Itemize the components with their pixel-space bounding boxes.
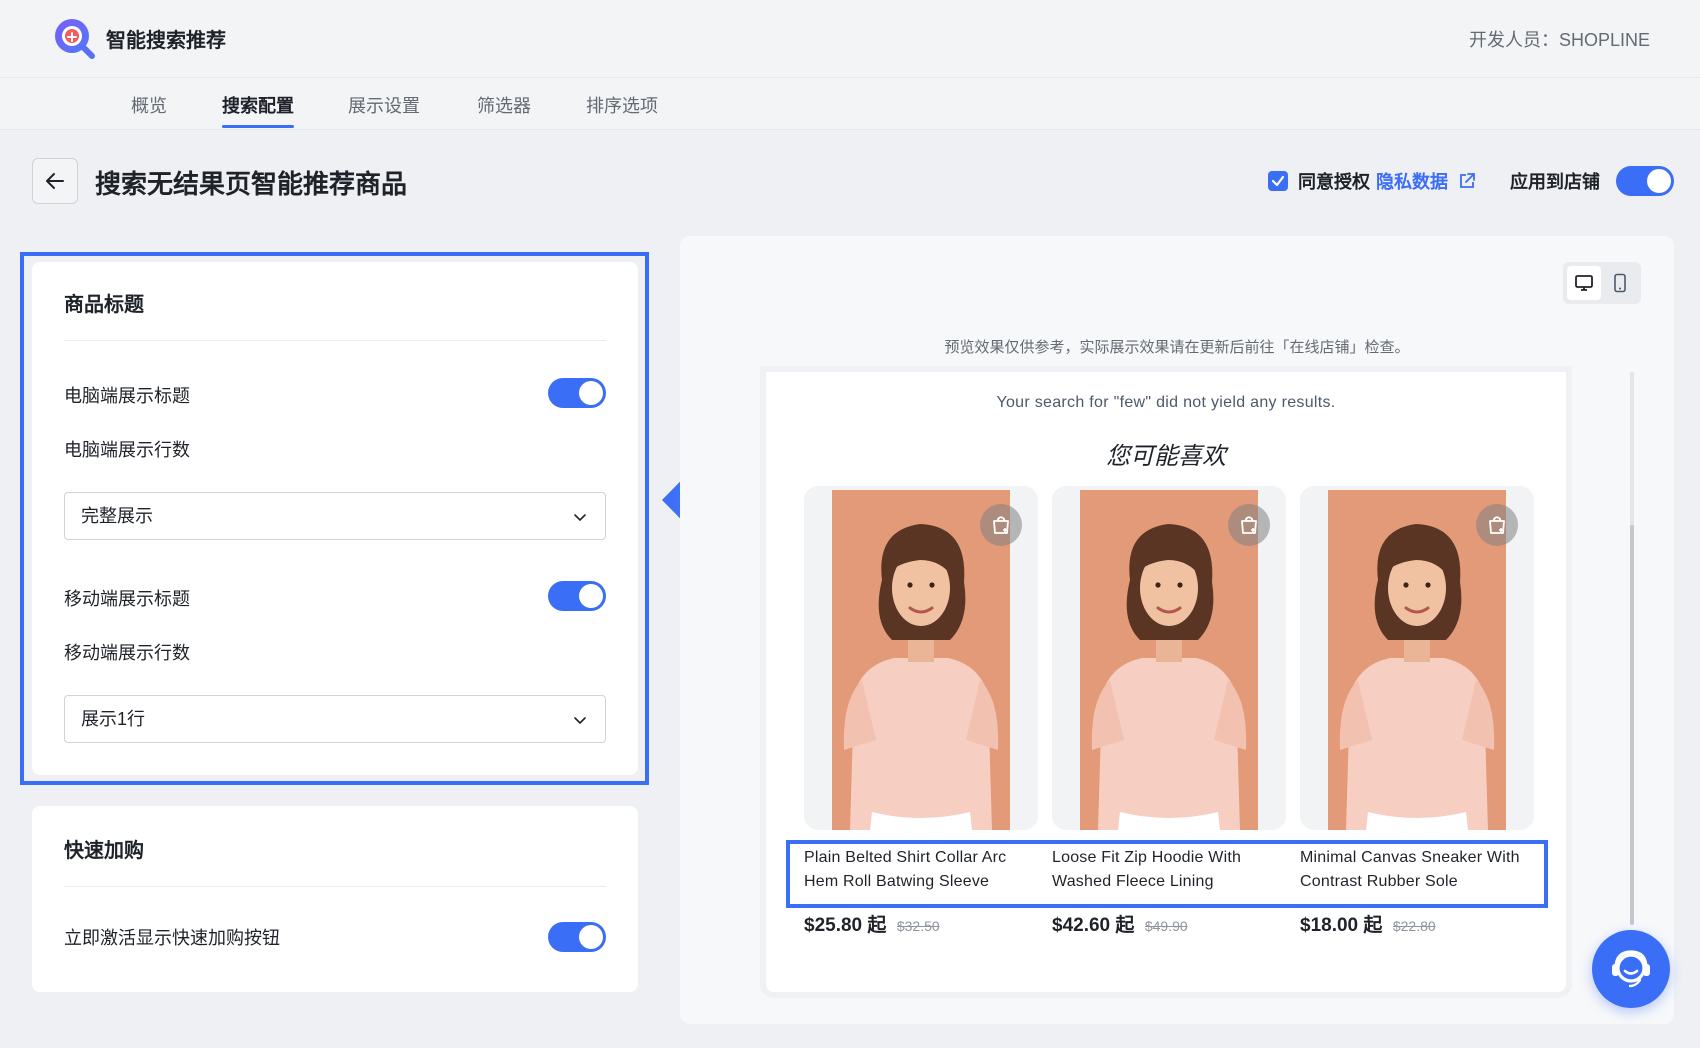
product-image[interactable] [804, 486, 1038, 830]
product-price: $42.60 起 [1052, 915, 1135, 936]
quick-add-cart-icon[interactable] [980, 504, 1022, 546]
shopping-bag-icon [1241, 516, 1257, 534]
top-header: 智能搜索推荐 开发人员：SHOPLINE [0, 0, 1700, 78]
agree-checkbox[interactable] [1268, 171, 1288, 191]
app-logo-icon [55, 19, 95, 59]
arrow-left-icon [46, 173, 64, 189]
product-original-price: $22.80 [1392, 918, 1436, 934]
product-photo [1328, 490, 1506, 830]
back-button[interactable] [32, 158, 78, 204]
page-title: 搜索无结果页智能推荐商品 [95, 169, 408, 199]
price-row: $18.00 起 $22.80 [1300, 910, 1436, 937]
check-icon [1271, 175, 1285, 187]
product-original-price: $49.90 [1144, 918, 1188, 934]
product-image[interactable] [1052, 486, 1286, 830]
app-name: 智能搜索推荐 [106, 29, 226, 52]
tab-sort-options[interactable]: 排序选项 [586, 92, 658, 118]
privacy-consent: 同意授权 隐私数据 [1268, 168, 1476, 194]
desktop-icon [1575, 275, 1593, 291]
quick-add-label: 立即激活显示快速加购按钮 [64, 928, 280, 948]
quick-add-card: 快速加购 立即激活显示快速加购按钮 [32, 806, 638, 992]
tab-display-settings[interactable]: 展示设置 [348, 92, 420, 118]
privacy-data-link[interactable]: 隐私数据 [1376, 168, 1448, 194]
customer-support-button[interactable] [1592, 930, 1670, 1008]
mobile-icon [1614, 273, 1626, 293]
tab-search-config[interactable]: 搜索配置 [222, 92, 294, 128]
preview-note: 预览效果仅供参考，实际展示效果请在更新后前往「在线店铺」检查。 [944, 339, 1410, 356]
device-switch [1563, 262, 1641, 304]
mobile-view-button[interactable] [1603, 266, 1637, 300]
external-link-icon[interactable] [1458, 172, 1476, 190]
apply-to-store-toggle[interactable] [1616, 166, 1674, 196]
card-title: 快速加购 [64, 840, 144, 862]
shopping-bag-icon [993, 516, 1009, 534]
title-settings-highlight [20, 252, 649, 785]
quick-add-toggle[interactable] [548, 922, 606, 952]
preview-scrollbar-thumb[interactable] [1630, 525, 1634, 925]
shopping-bag-icon [1489, 516, 1505, 534]
no-results-message: Your search for "few" did not yield any … [996, 394, 1336, 411]
agree-label: 同意授权 [1298, 172, 1370, 192]
price-row: $25.80 起 $32.50 [804, 910, 940, 937]
tab-overview[interactable]: 概览 [131, 92, 167, 118]
product-original-price: $32.50 [896, 918, 940, 934]
product-photo [832, 490, 1010, 830]
price-row: $42.60 起 $49.90 [1052, 910, 1188, 937]
product-image[interactable] [1300, 486, 1534, 830]
product-price: $18.00 起 [1300, 915, 1383, 936]
product-title-highlight [786, 840, 1548, 908]
quick-add-cart-icon[interactable] [1228, 504, 1270, 546]
headset-support-icon [1612, 950, 1650, 988]
nav-tabs: 概览 搜索配置 展示设置 筛选器 排序选项 [0, 78, 1700, 130]
apply-to-store-label: 应用到店铺 [1510, 172, 1600, 192]
product-price: $25.80 起 [804, 915, 887, 936]
quick-add-cart-icon[interactable] [1476, 504, 1518, 546]
tab-filters[interactable]: 筛选器 [477, 92, 531, 118]
recommendation-title: 您可能喜欢 [1106, 442, 1226, 470]
desktop-view-button[interactable] [1567, 266, 1601, 300]
product-photo [1080, 490, 1258, 830]
developer-info: 开发人员：SHOPLINE [1468, 30, 1650, 50]
brand[interactable]: 智能搜索推荐 [52, 16, 226, 60]
divider [64, 886, 606, 887]
